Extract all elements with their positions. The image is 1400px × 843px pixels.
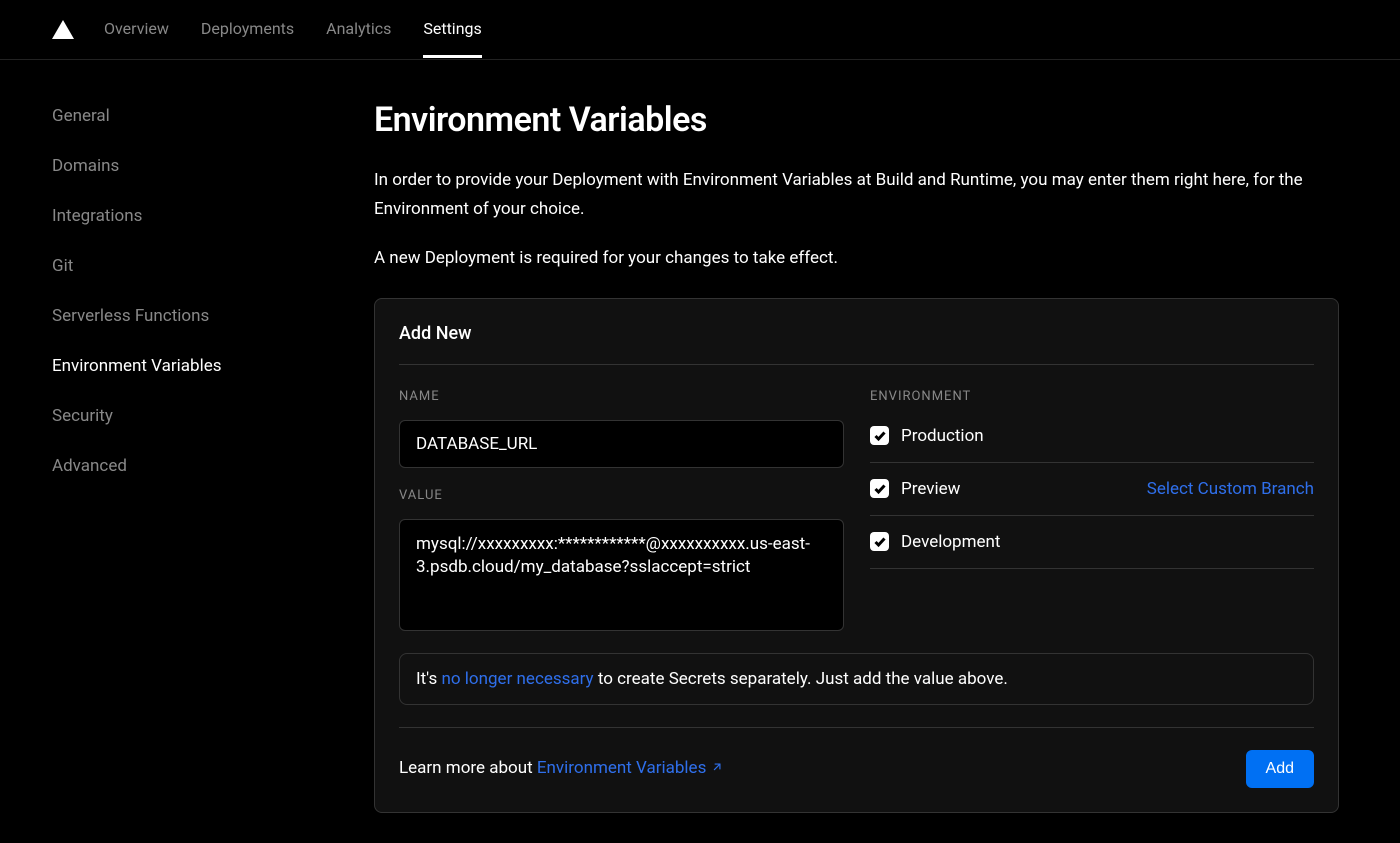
env-row-production: Production <box>870 420 1314 463</box>
info-suffix: to create Secrets separately. Just add t… <box>594 669 1008 689</box>
environment-label: ENVIRONMENT <box>870 389 1314 404</box>
footer-prefix: Learn more about <box>399 758 537 778</box>
sidebar-item-environment-variables[interactable]: Environment Variables <box>52 356 374 376</box>
sidebar-item-integrations[interactable]: Integrations <box>52 206 374 226</box>
top-nav: Overview Deployments Analytics Settings <box>0 0 1400 60</box>
env-label-development: Development <box>901 532 1314 552</box>
sidebar-item-serverless-functions[interactable]: Serverless Functions <box>52 306 374 326</box>
learn-more-link[interactable]: Environment Variables <box>537 758 725 778</box>
value-label: VALUE <box>399 488 844 503</box>
settings-sidebar: General Domains Integrations Git Serverl… <box>52 100 374 813</box>
env-label-production: Production <box>901 426 1314 446</box>
tab-deployments[interactable]: Deployments <box>201 1 294 58</box>
top-nav-tabs: Overview Deployments Analytics Settings <box>104 1 482 58</box>
add-new-card: Add New NAME VALUE ENVIRONMENT <box>374 298 1339 813</box>
name-input[interactable] <box>399 420 844 468</box>
main-content: Environment Variables In order to provid… <box>374 100 1339 813</box>
vercel-logo-icon[interactable] <box>52 20 74 39</box>
check-icon <box>874 483 886 495</box>
tab-overview[interactable]: Overview <box>104 1 169 58</box>
page-title: Environment Variables <box>374 100 1339 140</box>
tab-analytics[interactable]: Analytics <box>326 1 391 58</box>
checkbox-development[interactable] <box>870 532 889 551</box>
env-row-preview: Preview Select Custom Branch <box>870 463 1314 516</box>
card-title: Add New <box>399 323 1314 365</box>
check-icon <box>874 430 886 442</box>
env-label-preview: Preview <box>901 479 1135 499</box>
value-input[interactable] <box>399 519 844 631</box>
sidebar-item-general[interactable]: General <box>52 106 374 126</box>
add-button[interactable]: Add <box>1246 750 1314 788</box>
external-link-icon <box>710 759 724 779</box>
checkbox-preview[interactable] <box>870 479 889 498</box>
secrets-info-banner: It's no longer necessary to create Secre… <box>399 653 1314 705</box>
info-prefix: It's <box>416 669 441 689</box>
tab-settings[interactable]: Settings <box>423 1 481 58</box>
page-description-2: A new Deployment is required for your ch… <box>374 248 1339 268</box>
env-row-development: Development <box>870 516 1314 569</box>
page-description-1: In order to provide your Deployment with… <box>374 166 1339 224</box>
sidebar-item-security[interactable]: Security <box>52 406 374 426</box>
select-custom-branch-link[interactable]: Select Custom Branch <box>1147 479 1314 499</box>
sidebar-item-domains[interactable]: Domains <box>52 156 374 176</box>
sidebar-item-git[interactable]: Git <box>52 256 374 276</box>
footer-text: Learn more about Environment Variables <box>399 758 724 779</box>
name-label: NAME <box>399 389 844 404</box>
checkbox-production[interactable] <box>870 426 889 445</box>
sidebar-item-advanced[interactable]: Advanced <box>52 456 374 476</box>
check-icon <box>874 536 886 548</box>
no-longer-necessary-link[interactable]: no longer necessary <box>441 669 593 689</box>
